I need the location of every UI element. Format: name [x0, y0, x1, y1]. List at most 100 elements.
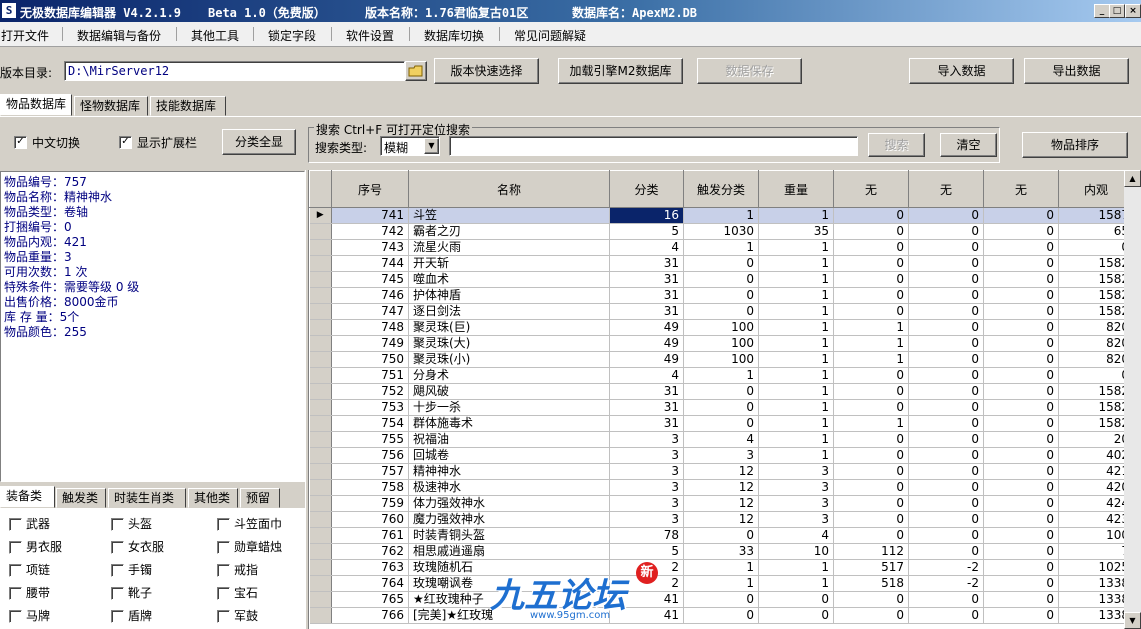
- table-cell[interactable]: 3: [609, 495, 684, 512]
- row-indicator[interactable]: [309, 431, 332, 448]
- table-cell[interactable]: 0: [683, 271, 759, 288]
- table-cell[interactable]: 0: [833, 527, 909, 544]
- table-cell[interactable]: 1: [758, 335, 834, 352]
- table-row[interactable]: 748 聚灵珠(巨) 49 100 1 1 0 0 820: [309, 319, 1134, 336]
- table-cell[interactable]: 763: [331, 559, 409, 576]
- table-cell[interactable]: 0: [983, 351, 1059, 368]
- table-cell[interactable]: 4: [609, 239, 684, 256]
- table-cell[interactable]: 1338: [1058, 591, 1134, 608]
- table-cell[interactable]: 0: [908, 479, 984, 496]
- category-checkbox[interactable]: [217, 587, 230, 600]
- table-cell[interactable]: 分身术: [408, 367, 610, 384]
- column-header[interactable]: 无: [833, 170, 909, 208]
- table-cell[interactable]: 0: [908, 271, 984, 288]
- table-cell[interactable]: 0: [983, 495, 1059, 512]
- table-row[interactable]: 762相思戚逍遥扇53310112007: [309, 543, 1134, 560]
- menu-open-file[interactable]: 打开文件: [1, 27, 49, 44]
- table-cell[interactable]: 402: [1058, 447, 1134, 464]
- table-cell[interactable]: 31: [609, 303, 684, 320]
- table-cell[interactable]: 766: [331, 607, 409, 624]
- item-grid[interactable]: 序号 名称 分类 触发分类 重量无无无内观 ▶ 741 斗笠 16 1 1 0 0 0 1587 742 霸者…: [309, 170, 1141, 629]
- tab-trigger[interactable]: 触发类: [56, 488, 106, 508]
- table-cell[interactable]: 0: [983, 319, 1059, 336]
- table-cell[interactable]: 741: [331, 207, 409, 224]
- table-cell[interactable]: 3: [609, 511, 684, 528]
- row-indicator[interactable]: [309, 271, 332, 288]
- table-cell[interactable]: 1: [833, 335, 909, 352]
- table-cell[interactable]: 3: [609, 463, 684, 480]
- table-cell[interactable]: 0: [833, 495, 909, 512]
- category-checkbox[interactable]: [111, 564, 124, 577]
- table-cell[interactable]: 765: [331, 591, 409, 608]
- table-cell[interactable]: 0: [983, 399, 1059, 416]
- grid-scrollbar[interactable]: ▲ ▼: [1124, 170, 1141, 629]
- table-cell[interactable]: 1: [758, 303, 834, 320]
- table-cell[interactable]: 0: [983, 559, 1059, 576]
- table-cell[interactable]: 764: [331, 575, 409, 592]
- table-cell[interactable]: 423: [1058, 511, 1134, 528]
- column-header[interactable]: 重量: [758, 170, 834, 208]
- category-checkbox[interactable]: [9, 587, 22, 600]
- table-row[interactable]: 751分身术4110000: [309, 367, 1134, 384]
- table-cell[interactable]: 749: [331, 335, 409, 352]
- table-cell[interactable]: 755: [331, 431, 409, 448]
- table-row[interactable]: 761 时装青铜头盔 78 0 4 0 0 0 100: [309, 527, 1134, 544]
- table-cell[interactable]: 1: [758, 415, 834, 432]
- table-cell[interactable]: 1: [758, 239, 834, 256]
- table-cell[interactable]: 744: [331, 255, 409, 272]
- table-cell[interactable]: 0: [683, 303, 759, 320]
- table-row[interactable]: 764 玫瑰嘲讽卷 2 1 1 518 -2 0 1338: [309, 575, 1134, 592]
- table-cell[interactable]: 噬血术: [408, 271, 610, 288]
- table-cell[interactable]: 0: [908, 239, 984, 256]
- table-cell[interactable]: 751: [331, 367, 409, 384]
- table-cell[interactable]: 1: [683, 575, 759, 592]
- table-cell[interactable]: 0: [983, 239, 1059, 256]
- table-cell[interactable]: 0: [908, 495, 984, 512]
- category-checkbox[interactable]: [111, 518, 124, 531]
- table-cell[interactable]: 3: [609, 479, 684, 496]
- show-all-button[interactable]: 分类全显: [222, 129, 296, 155]
- row-indicator[interactable]: [309, 447, 332, 464]
- table-cell[interactable]: 3: [683, 447, 759, 464]
- search-type-select[interactable]: 模糊 ▼: [380, 136, 440, 156]
- table-cell[interactable]: 31: [609, 287, 684, 304]
- table-cell[interactable]: 0: [833, 399, 909, 416]
- table-cell[interactable]: 1: [683, 239, 759, 256]
- table-cell[interactable]: 0: [908, 607, 984, 624]
- table-cell[interactable]: 0: [983, 255, 1059, 272]
- table-cell[interactable]: 0: [908, 287, 984, 304]
- table-cell[interactable]: 0: [983, 223, 1059, 240]
- table-cell[interactable]: 1025: [1058, 559, 1134, 576]
- table-cell[interactable]: 100: [683, 319, 759, 336]
- row-indicator[interactable]: ▶: [309, 207, 332, 224]
- table-cell[interactable]: 424: [1058, 495, 1134, 512]
- category-checkbox[interactable]: [9, 518, 22, 531]
- table-cell[interactable]: 31: [609, 383, 684, 400]
- column-header[interactable]: 名称: [408, 170, 610, 208]
- table-cell[interactable]: 1: [683, 559, 759, 576]
- table-cell[interactable]: 49: [609, 351, 684, 368]
- table-cell[interactable]: 0: [833, 207, 909, 224]
- row-indicator[interactable]: [309, 559, 332, 576]
- table-cell[interactable]: 0: [908, 351, 984, 368]
- table-cell[interactable]: 0: [683, 255, 759, 272]
- table-cell[interactable]: 5: [609, 223, 684, 240]
- category-checkbox[interactable]: [217, 564, 230, 577]
- table-cell[interactable]: 0: [908, 527, 984, 544]
- table-cell[interactable]: 0: [983, 527, 1059, 544]
- table-row[interactable]: ▶ 741 斗笠 16 1 1 0 0 0 1587: [309, 207, 1134, 224]
- table-row[interactable]: 750 聚灵珠(小) 49 100 1 1 0 0 820: [309, 351, 1134, 368]
- table-cell[interactable]: 31: [609, 255, 684, 272]
- table-row[interactable]: 745 噬血术 31 0 1 0 0 0 1582: [309, 271, 1134, 288]
- clear-button[interactable]: 清空: [940, 133, 997, 157]
- table-cell[interactable]: 0: [833, 431, 909, 448]
- table-cell[interactable]: 1: [758, 255, 834, 272]
- table-cell[interactable]: 0: [983, 463, 1059, 480]
- category-checkbox[interactable]: [217, 541, 230, 554]
- table-row[interactable]: 760 魔力强效神水 3 12 3 0 0 0 423: [309, 511, 1134, 528]
- table-cell[interactable]: 0: [908, 367, 984, 384]
- category-checkbox[interactable]: [9, 541, 22, 554]
- table-cell[interactable]: 1582: [1058, 415, 1134, 432]
- version-dir-input[interactable]: D:\MirServer12: [64, 61, 405, 81]
- table-cell[interactable]: 0: [908, 399, 984, 416]
